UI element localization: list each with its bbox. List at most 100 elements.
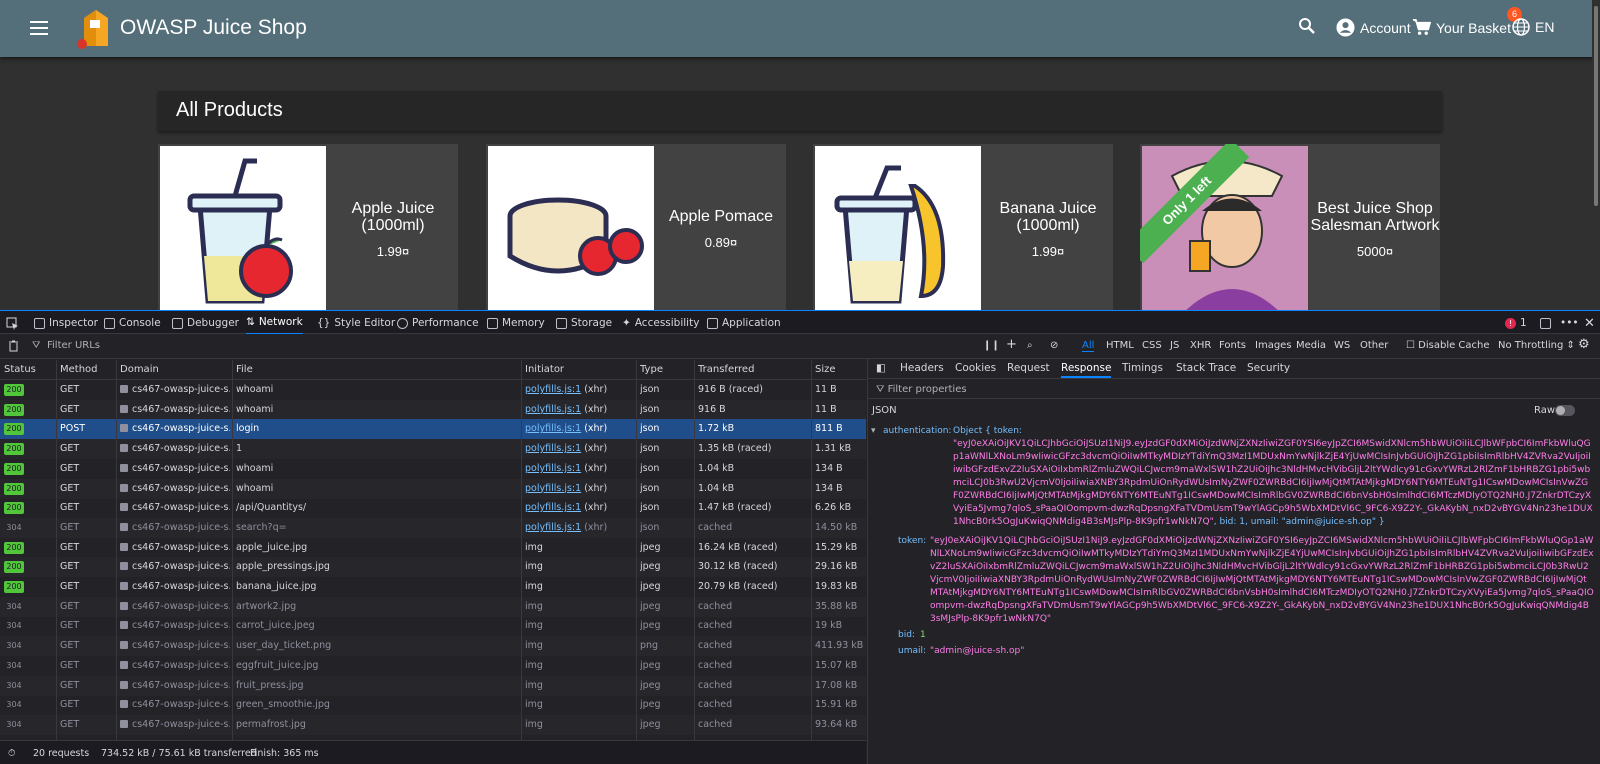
filter-properties-input[interactable]: ⛛ Filter properties [876,384,967,395]
column-transferred[interactable]: Transferred [698,364,754,375]
language-button[interactable]: EN [1512,18,1554,36]
table-row[interactable]: 304 GET eggfruit_juice.jpg jpeg cached 15.07 … [0,656,866,676]
add-icon[interactable]: + [1006,337,1017,352]
initiator-link[interactable]: polyfills.js:1 [525,522,581,533]
tab-memory[interactable]: Memory [487,311,545,335]
dock-toggle-icon[interactable] [1540,311,1551,335]
tab-network[interactable]: ⇅ Network [246,311,303,335]
table-row[interactable]: 200 GET banana_juice.jpg jpeg 20.79 kB (race… [0,577,866,597]
basket-button[interactable]: Your Basket [1412,18,1511,37]
table-row[interactable]: 304 GET artwork2.jpg jpeg cached 35.88 kB cs46… [0,596,866,617]
table-row[interactable]: 304 GET carrot_juice.jpeg jpeg cached 19 kB cs… [0,616,866,636]
filter-js[interactable]: JS [1170,340,1179,351]
filter-ws[interactable]: WS [1334,340,1350,351]
trash-icon[interactable] [8,340,19,352]
status-badge: 200 [4,443,24,456]
initiator-link[interactable]: polyfills.js:1 [525,404,581,415]
table-row[interactable]: 200 GET whoami json 916 B 11 B cs467-owasp-jui… [0,399,866,420]
timer-icon[interactable]: ⏱ [8,748,15,759]
product-card[interactable]: Apple Pomace 0.89¤ [486,144,786,310]
tab-performance[interactable]: Performance [397,311,479,335]
filter-xhr[interactable]: XHR [1190,340,1211,351]
tab-request[interactable]: Request [1007,362,1050,374]
table-row[interactable]: 200 GET/api/Quantitys/json 1.47 kB (raced)… [0,498,866,518]
filter-fonts[interactable]: Fonts [1219,340,1246,351]
initiator-link[interactable]: polyfills.js:1 [525,483,581,494]
brand-title[interactable]: OWASP Juice Shop [120,16,307,40]
tab-inspector[interactable]: Inspector [34,311,98,335]
column-status[interactable]: Status [4,364,36,375]
tab-stack-trace[interactable]: Stack Trace [1176,362,1236,374]
product-card[interactable]: Apple Juice (1000ml) 1.99¤ [158,144,458,310]
tab-accessibility[interactable]: ✦ Accessibility [622,311,699,335]
column-domain[interactable]: Domain [120,364,159,375]
column-size[interactable]: Size [815,364,836,375]
page-scrollbar[interactable] [1592,0,1600,310]
table-row[interactable]: 200 GET whoami json 1.04 kB 134 B cs467-owasp-… [0,459,866,479]
filter-urls-input[interactable]: Filter URLs [47,340,100,351]
status-badge: 304 [6,700,22,710]
filter-css[interactable]: CSS [1142,340,1162,351]
pause-icon[interactable]: ❙❙ [983,340,1000,351]
menu-icon[interactable] [30,21,48,35]
filter-other[interactable]: Other [1360,340,1388,351]
settings-gear-icon[interactable]: ⚙ [1578,337,1590,352]
table-row[interactable]: 200 GET apple_juice.jpg jpeg 16.24 kB (raced… [0,538,866,558]
lock-icon [120,719,128,728]
filter-all[interactable]: All [1082,340,1095,352]
table-row[interactable]: 304 GET user_day_ticket.png png cached 411.93… [0,636,866,657]
product-image[interactable] [488,146,654,310]
table-row[interactable]: 304 GET permafrost.jpg jpeg cached 93.64 kB cs… [0,714,866,735]
tab-style-editor[interactable]: {} Style Editor [317,311,395,335]
initiator-link[interactable]: polyfills.js:1 [525,423,581,434]
collapse-arrow-icon[interactable]: ▾ [871,425,876,438]
tab-debugger[interactable]: Debugger [172,311,239,335]
table-row[interactable]: 200 GET apple_pressings.jpg jpeg 30.12 kB (r… [0,557,866,578]
close-icon[interactable]: ✕ [1584,311,1595,335]
juice-shop-logo[interactable] [76,6,112,50]
tab-storage[interactable]: Storage [556,311,612,335]
initiator-link[interactable]: polyfills.js:1 [525,463,581,474]
search-icon[interactable]: ⌕ [1027,340,1033,351]
table-row[interactable]: 304 GET fruit_press.jpg jpeg cached 17.08 kB c… [0,675,866,696]
initiator-link[interactable]: polyfills.js:1 [525,443,581,454]
initiator-link[interactable]: polyfills.js:1 [525,502,581,513]
tab-console[interactable]: Console [104,311,161,335]
table-row[interactable]: 304 GET search?q= json cached 14.50 kB cs467-o… [0,517,866,538]
filter-media[interactable]: Media [1296,340,1326,351]
table-row[interactable]: 304 GET green_smoothie.jpg jpeg cached 15.91 … [0,695,866,715]
product-card[interactable]: Only 1 left Best Juice Shop Salesman Art… [1140,144,1440,310]
table-row[interactable]: 200 POST login json 1.72 kB 811 B cs467-owasp-… [0,419,866,440]
tab-headers[interactable]: Headers [900,362,944,374]
element-picker-button[interactable] [6,311,19,335]
filter-html[interactable]: HTML [1106,340,1134,351]
product-card[interactable]: Banana Juice (1000ml) 1.99¤ [813,144,1113,310]
search-button[interactable] [1298,17,1316,35]
column-type[interactable]: Type [640,364,663,375]
tab-timings[interactable]: Timings [1122,362,1163,374]
column-initiator[interactable]: Initiator [525,364,564,375]
tab-application[interactable]: Application [707,311,781,335]
product-image[interactable] [160,146,326,310]
filter-images[interactable]: Images [1255,340,1292,351]
raw-toggle[interactable] [1555,405,1575,416]
product-image[interactable] [815,146,981,310]
table-row[interactable]: 200 GET whoami json 916 B (raced) 11 B cs467-o… [0,380,866,400]
tab-cookies[interactable]: Cookies [955,362,996,374]
disable-cache-checkbox[interactable]: ☐ Disable Cache [1406,340,1490,351]
account-button[interactable]: Account [1336,18,1411,37]
tab-security[interactable]: Security [1247,362,1290,374]
table-row[interactable]: 200 GET 1 json 1.35 kB (raced) 1.31 kB cs467-o… [0,439,866,460]
initiator-link[interactable]: polyfills.js:1 [525,384,581,395]
column-method[interactable]: Method [60,364,98,375]
block-icon[interactable]: ⊘ [1050,340,1058,351]
cell-transferred: cached [698,659,733,671]
sidebar-toggle-icon[interactable]: ◧ [876,362,886,374]
error-count-button[interactable]: ! 1 [1505,311,1527,335]
cell-type: json [640,462,660,474]
table-row[interactable]: 200 GET whoami json 1.04 kB 134 B cs467-owasp-… [0,478,866,499]
throttling-select[interactable]: No Throttling ⇕ [1498,340,1575,351]
tab-response[interactable]: Response [1061,362,1112,378]
more-options-icon[interactable]: ••• [1560,311,1579,335]
column-file[interactable]: File [236,364,253,375]
